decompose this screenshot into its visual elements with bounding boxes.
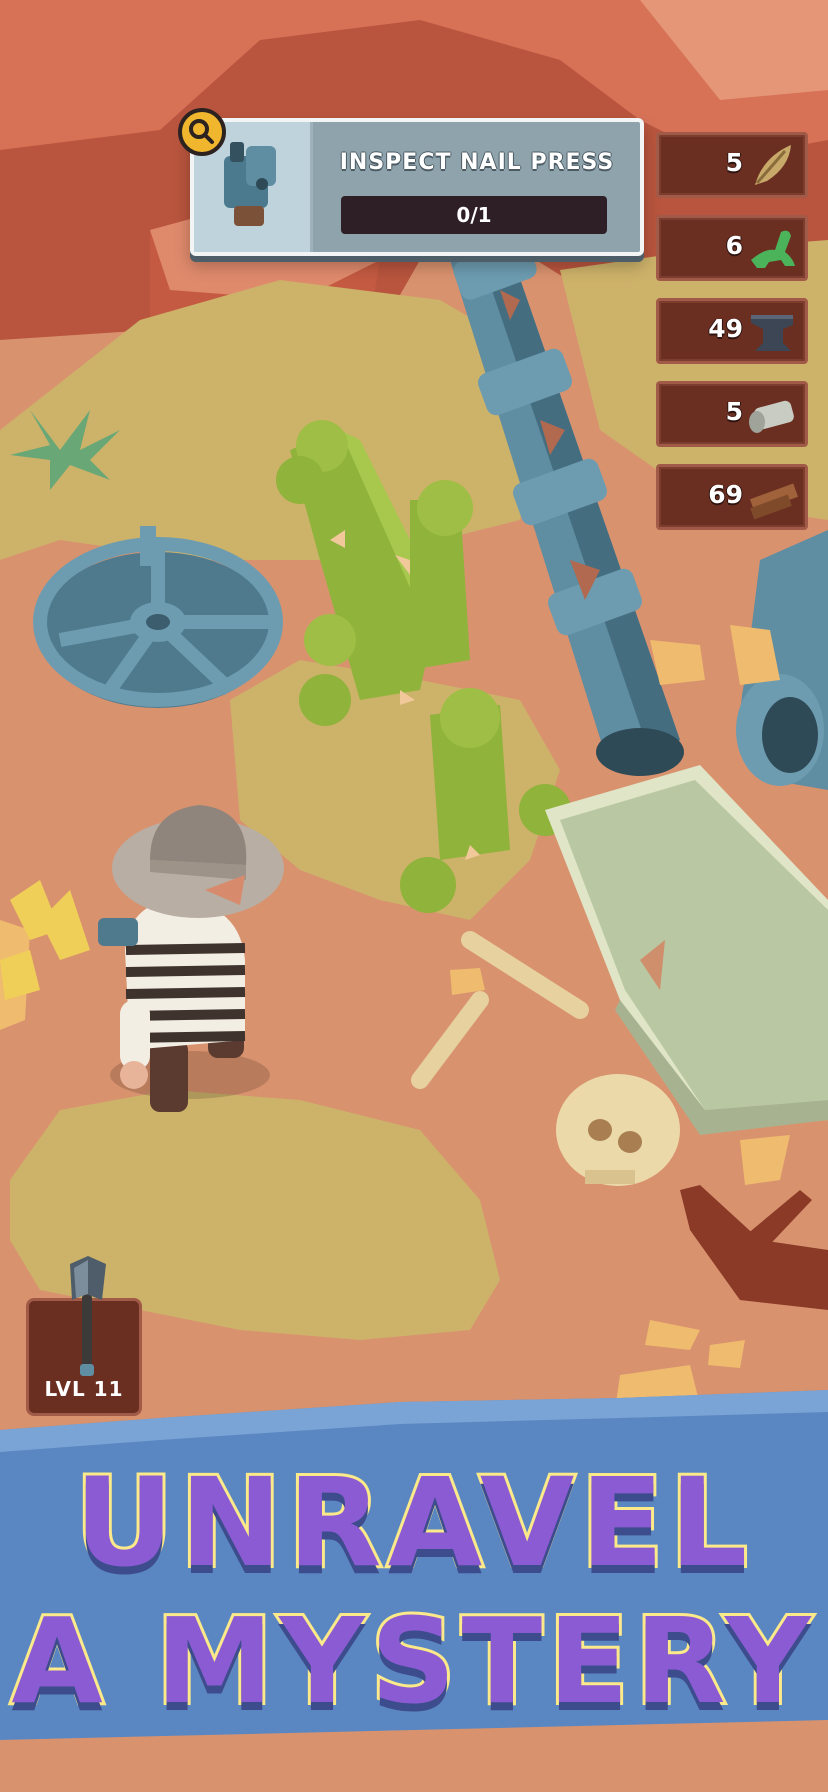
wood-plank-icon (749, 483, 799, 520)
feather-leaf-icon (755, 145, 791, 185)
resource-feather[interactable]: 5 (656, 132, 808, 198)
resource-count: 5 (725, 148, 743, 177)
resource-count: 6 (725, 231, 743, 260)
magnifier-badge (178, 108, 226, 156)
resource-dinosaur[interactable]: 6 (656, 215, 808, 281)
banner-headline-line1: UNRAVEL (72, 1449, 754, 1597)
quest-progress-bar: 0/1 (341, 196, 607, 234)
green-dinosaur-icon (751, 230, 795, 268)
resource-count: 69 (708, 480, 743, 509)
resource-count: 5 (725, 397, 743, 426)
resource-can[interactable]: 5 (656, 381, 808, 447)
resource-anvil[interactable]: 49 (656, 298, 808, 364)
banner-headline-line2: A MYSTERY (8, 1589, 817, 1733)
anvil-icon (751, 315, 793, 351)
axe-icon (70, 1256, 106, 1376)
quest-card[interactable]: INSPECT NAIL PRESS 0/1 (190, 118, 644, 256)
resource-count: 49 (708, 314, 743, 343)
quest-title: INSPECT NAIL PRESS (339, 150, 615, 175)
resource-wood[interactable]: 69 (656, 464, 808, 530)
magnifier-icon (189, 119, 214, 144)
metal-can-icon (749, 400, 794, 433)
tool-level-label: LVL 11 (44, 1377, 124, 1401)
